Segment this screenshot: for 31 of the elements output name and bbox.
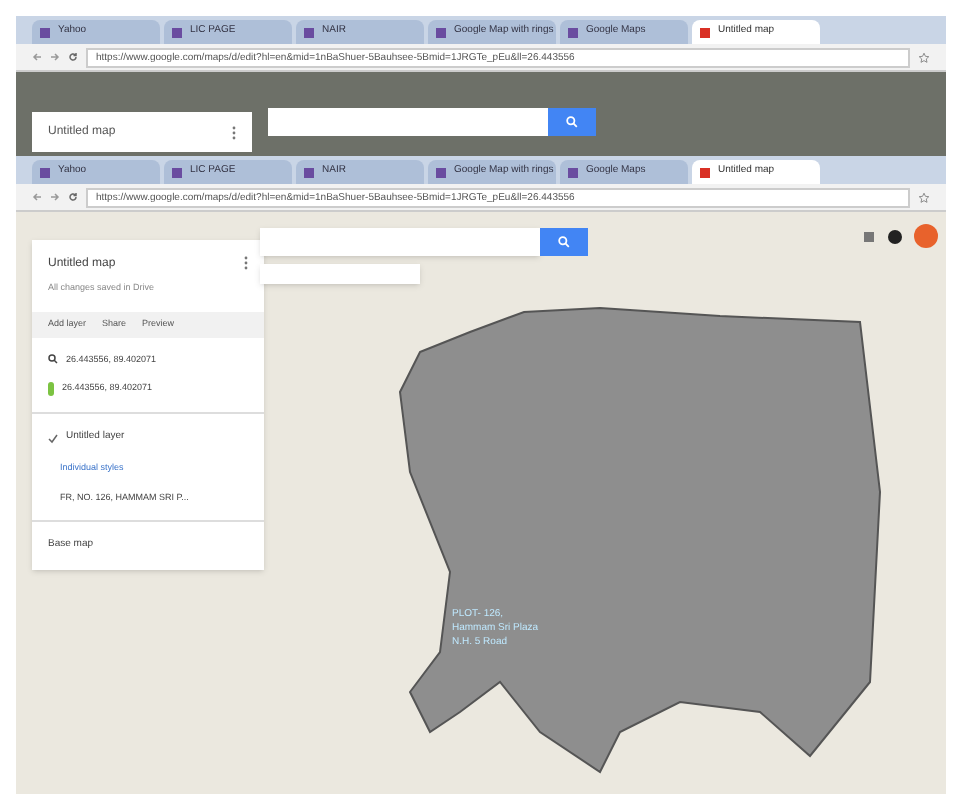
- pin-icon: [48, 382, 54, 397]
- reload-icon[interactable]: [68, 52, 78, 62]
- search-icon: [558, 236, 570, 248]
- favicon-icon: [436, 167, 446, 177]
- favicon-icon: [304, 27, 314, 37]
- forward-icon[interactable]: [50, 52, 60, 62]
- forward-icon[interactable]: [50, 192, 60, 202]
- search-icon: [566, 116, 578, 128]
- star-icon[interactable]: [918, 191, 930, 203]
- back-icon[interactable]: [32, 52, 42, 62]
- favicon-icon: [40, 167, 50, 177]
- favicon-icon: [304, 167, 314, 177]
- search-field[interactable]: [268, 108, 548, 136]
- account-icon[interactable]: [888, 230, 902, 244]
- favicon-icon: [172, 27, 182, 37]
- favicon-icon: [700, 27, 710, 37]
- reload-icon[interactable]: [68, 192, 78, 202]
- back-icon[interactable]: [32, 192, 42, 202]
- search-icon: [48, 354, 58, 365]
- star-icon[interactable]: [918, 51, 930, 63]
- favicon-icon: [700, 167, 710, 177]
- layer-checkbox[interactable]: [48, 433, 58, 443]
- favicon-icon: [436, 27, 446, 37]
- search-field[interactable]: [260, 228, 540, 256]
- search-button[interactable]: [540, 228, 588, 256]
- land-parcel-polygon[interactable]: [398, 307, 881, 774]
- favicon-icon: [172, 167, 182, 177]
- search-button[interactable]: [548, 108, 596, 136]
- favicon-icon: [568, 27, 578, 37]
- favicon-icon: [40, 27, 50, 37]
- favicon-icon: [568, 167, 578, 177]
